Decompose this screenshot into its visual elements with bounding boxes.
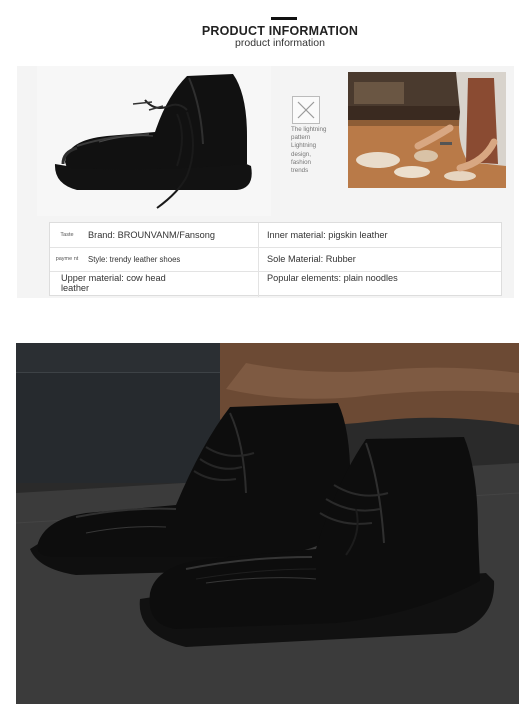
spec-brand: Brand: BROUNVANM/Fansong: [88, 230, 215, 240]
spec-inner-material: Inner material: pigskin leather: [267, 230, 388, 240]
craft-caption-line: trends: [291, 167, 309, 175]
spec-mini-label: Taste: [60, 232, 74, 238]
page-subtitle: product information: [235, 37, 325, 49]
craftsman-photo: [348, 72, 506, 188]
spec-cell: Taste Brand: BROUNVANM/Fansong: [50, 223, 259, 247]
craft-caption-line: The lightning: [291, 126, 327, 133]
spec-mini-label: payme nt: [55, 256, 79, 262]
spec-cell: Popular elements: plain noodles: [260, 271, 501, 295]
spec-table: Taste Brand: BROUNVANM/Fansong Inner mat…: [49, 222, 502, 297]
craft-caption-line: pattern: [291, 134, 311, 142]
x-placeholder-icon: [292, 96, 320, 124]
spec-upper-material: Upper material: cow head leather: [61, 273, 166, 293]
header-accent-bar: [271, 17, 297, 20]
craft-caption-line: Lightning: [291, 142, 317, 150]
craft-caption-line: design,: [291, 150, 311, 158]
spec-style: Style: trendy leather shoes: [88, 254, 181, 264]
hero-boots-photo: [16, 343, 519, 704]
craft-caption: The lightning pattern Lightning design, …: [291, 126, 345, 175]
product-side-photo: [37, 66, 271, 216]
craft-caption-line: fashion: [291, 158, 311, 166]
spec-row: Upper material: cow head leather Popular…: [50, 271, 501, 297]
spec-row: Taste Brand: BROUNVANM/Fansong Inner mat…: [50, 223, 501, 248]
spec-cell: payme nt Style: trendy leather shoes: [50, 247, 259, 271]
page-title: PRODUCT INFORMATION: [201, 24, 359, 38]
spec-popular-elements: Popular elements: plain noodles: [267, 273, 398, 283]
spec-sole-material: Sole Material: Rubber: [267, 254, 356, 264]
spec-cell: Inner material: pigskin leather: [260, 223, 501, 247]
spec-cell: Upper material: cow head leather: [50, 271, 259, 297]
spec-cell: Sole Material: Rubber: [260, 247, 501, 271]
spec-row: payme nt Style: trendy leather shoes Sol…: [50, 247, 501, 272]
